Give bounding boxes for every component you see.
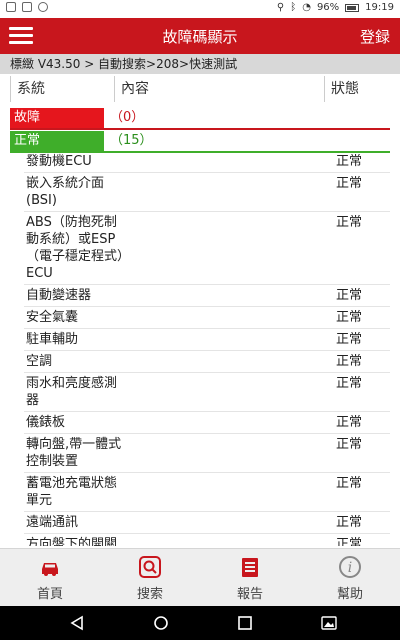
system-nav-bar	[0, 606, 400, 640]
system-status: 正常	[336, 376, 363, 391]
list-item[interactable]: 自動變速器 正常	[24, 285, 390, 307]
sync-icon	[38, 2, 48, 12]
nav-home-button[interactable]: 首頁	[0, 549, 100, 607]
system-status: 正常	[336, 415, 363, 430]
nav-label: 搜索	[136, 587, 163, 602]
fault-label[interactable]: 故障	[10, 108, 104, 128]
nav-label: 首頁	[36, 587, 63, 602]
system-name: 遠端通訊	[26, 515, 79, 530]
status-bar: ⚲ ᛒ ◔ 96% 19:19	[0, 0, 400, 18]
system-name: 轉向盤,帶一體式控制裝置	[26, 437, 122, 469]
system-status: 正常	[336, 476, 363, 491]
system-status: 正常	[336, 332, 363, 347]
list-item[interactable]: 安全氣囊 正常	[24, 307, 390, 329]
system-name: 駐車輔助	[26, 332, 79, 347]
login-button[interactable]: 登録	[360, 26, 390, 47]
search-icon	[139, 556, 161, 578]
system-status: 正常	[336, 437, 363, 452]
bluetooth-icon: ᛒ	[290, 2, 297, 13]
svg-text:i: i	[348, 560, 352, 576]
system-name: 雨水和亮度感測器	[26, 376, 118, 408]
system-name: 發動機ECU	[26, 154, 92, 169]
system-status: 正常	[336, 154, 363, 169]
column-system: 系統	[10, 76, 45, 102]
list-item[interactable]: ABS（防抱死制動系統）或ESP（電子穩定程式）ECU 正常	[24, 212, 390, 285]
normal-summary-row[interactable]: 正常 （15）	[10, 131, 390, 153]
wifi-icon: ◔	[302, 2, 311, 13]
system-name: 安全氣囊	[26, 310, 79, 325]
nav-label: 幫助	[336, 587, 363, 602]
fault-count: （0）	[110, 110, 145, 125]
normal-label[interactable]: 正常	[10, 131, 104, 151]
system-name: 儀錶板	[26, 415, 66, 430]
system-status: 正常	[336, 515, 363, 530]
list-item[interactable]: 蓄電池充電狀態單元 正常	[24, 473, 390, 512]
location-icon: ⚲	[276, 2, 285, 13]
system-status: 正常	[336, 537, 363, 546]
bottom-nav: 首頁 搜索 報告 i 幫助	[0, 548, 400, 606]
help-icon: i	[339, 556, 361, 578]
home-icon[interactable]	[152, 614, 170, 632]
fault-summary-row[interactable]: 故障 （0）	[10, 108, 390, 130]
system-name: 方向盤下的開關模組	[26, 537, 118, 546]
system-list[interactable]: 發動機ECU 正常 嵌入系統介面(BSI) 正常 ABS（防抱死制動系統）或ESP（…	[24, 151, 390, 546]
list-item[interactable]: 雨水和亮度感測器 正常	[24, 373, 390, 412]
list-item[interactable]: 轉向盤,帶一體式控制裝置 正常	[24, 434, 390, 473]
back-icon[interactable]	[68, 614, 86, 632]
system-status: 正常	[336, 215, 363, 230]
clock: 19:19	[365, 2, 394, 13]
normal-count: （15）	[110, 133, 153, 148]
system-status: 正常	[336, 288, 363, 303]
nav-report-button[interactable]: 報告	[200, 549, 300, 607]
page-title: 故障碼顯示	[162, 28, 238, 46]
system-name: 自動變速器	[26, 288, 92, 303]
list-item[interactable]: 方向盤下的開關模組 正常	[24, 534, 390, 546]
recents-icon[interactable]	[236, 614, 254, 632]
nav-help-button[interactable]: i 幫助	[300, 549, 400, 607]
list-item[interactable]: 空調 正常	[24, 351, 390, 373]
list-item[interactable]: 發動機ECU 正常	[24, 151, 390, 173]
system-name: 空調	[26, 354, 53, 369]
system-status: 正常	[336, 176, 363, 191]
list-item[interactable]: 遠端通訊 正常	[24, 512, 390, 534]
battery-icon	[345, 3, 360, 12]
battery-text: 96%	[316, 2, 340, 13]
column-content: 內容	[114, 76, 149, 102]
column-status: 狀態	[324, 76, 359, 102]
breadcrumb: 標緻 V43.50 > 自動搜索>208>快速測試	[0, 54, 400, 74]
system-status: 正常	[336, 310, 363, 325]
system-name: 蓄電池充電狀態單元	[26, 476, 118, 508]
report-icon	[242, 558, 258, 577]
usb-icon	[22, 2, 32, 12]
nav-label: 報告	[236, 587, 263, 602]
table-header: 系統 內容 狀態	[0, 76, 400, 102]
list-item[interactable]: 駐車輔助 正常	[24, 329, 390, 351]
notification-icon	[6, 2, 16, 12]
system-name: 嵌入系統介面(BSI)	[26, 176, 105, 208]
system-status: 正常	[336, 354, 363, 369]
list-item[interactable]: 儀錶板 正常	[24, 412, 390, 434]
screenshot-icon[interactable]	[320, 614, 338, 632]
system-name: ABS（防抱死制動系統）或ESP（電子穩定程式）ECU	[26, 215, 124, 281]
list-item[interactable]: 嵌入系統介面(BSI) 正常	[24, 173, 390, 212]
app-header: 故障碼顯示 登録	[0, 18, 400, 54]
nav-search-button[interactable]: 搜索	[100, 549, 200, 607]
car-icon	[42, 563, 58, 576]
